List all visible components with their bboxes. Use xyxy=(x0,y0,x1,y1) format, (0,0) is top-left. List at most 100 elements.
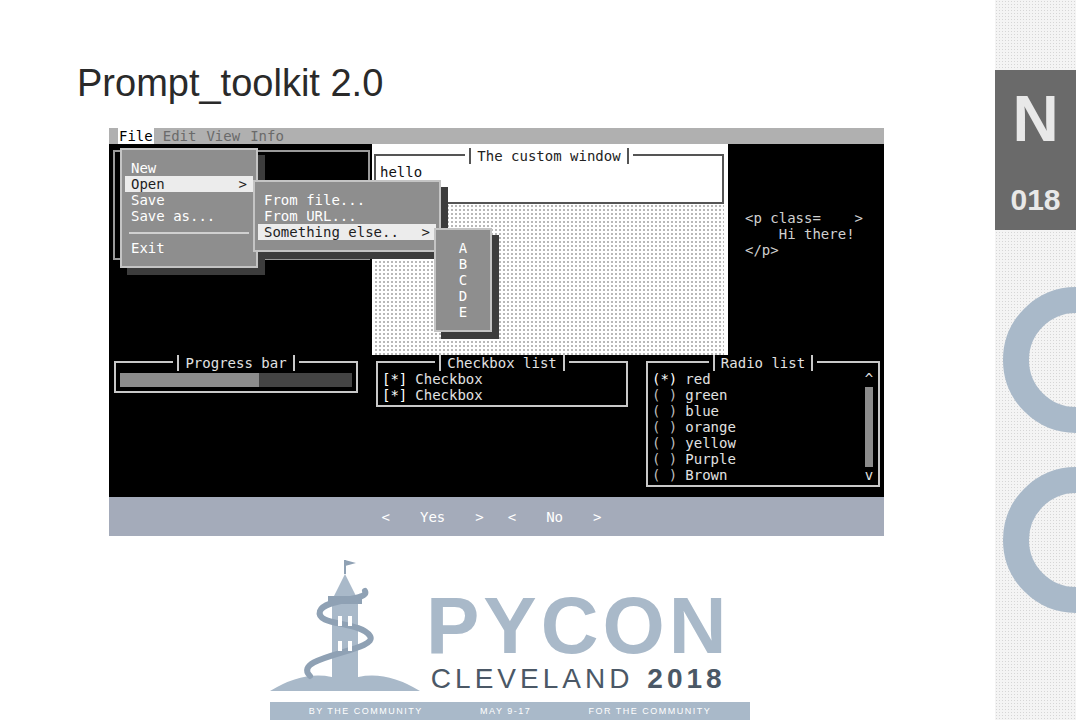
frame-title: Radio list xyxy=(713,355,813,371)
frame-border xyxy=(374,154,465,164)
rings-icon xyxy=(995,280,1076,680)
menu-item[interactable]: Exit xyxy=(125,240,253,256)
menu-item[interactable]: Something else..> xyxy=(258,224,436,240)
checkbox-mark[interactable]: [*] xyxy=(382,371,407,387)
menu-bar-item[interactable]: File xyxy=(118,128,154,144)
radio-label: Brown xyxy=(685,467,727,483)
frame-border xyxy=(817,361,880,371)
scroll-down[interactable]: v xyxy=(865,467,873,483)
frame-title: Progress bar xyxy=(177,355,294,371)
radio-row[interactable]: ( ) orange xyxy=(652,419,864,435)
radio-mark[interactable]: ( ) xyxy=(652,403,677,419)
side-text: 018 xyxy=(1010,183,1060,216)
tagline-text: FOR THE COMMUNITY xyxy=(589,706,712,716)
menu-item[interactable]: B xyxy=(439,256,487,272)
radio-mark[interactable]: ( ) xyxy=(652,467,677,483)
checkbox-row[interactable]: [*] Checkbox xyxy=(382,371,622,387)
logo-year: 2018 xyxy=(647,662,725,696)
menu-item[interactable]: Save xyxy=(125,192,253,208)
menu-item[interactable]: From file... xyxy=(258,192,436,208)
html-line: </p> xyxy=(745,242,884,258)
slide-title: Prompt_toolkit 2.0 xyxy=(0,0,995,106)
dialog-button[interactable]: <No> xyxy=(508,509,602,525)
frame-border xyxy=(646,361,709,371)
radio-row[interactable]: ( ) Purple xyxy=(652,451,864,467)
file-menu: NewOpen>SaveSave as... Exit xyxy=(120,148,258,268)
menu-item[interactable]: New xyxy=(125,160,253,176)
radio-row[interactable]: ( ) green xyxy=(652,387,864,403)
side-block: N 018 xyxy=(995,70,1076,230)
button-bar: <Yes> <No> xyxy=(109,497,884,536)
checkbox-label: Checkbox xyxy=(415,371,482,387)
frame-top: Radio list xyxy=(646,355,880,371)
checkbox-row[interactable]: [*] Checkbox xyxy=(382,387,622,403)
slide: Prompt_toolkit 2.0 File Edit View Info The cu… xyxy=(0,0,1076,720)
menu-item[interactable]: Open> xyxy=(125,176,253,192)
radio-mark[interactable]: ( ) xyxy=(652,387,677,403)
radio-mark[interactable]: ( ) xyxy=(652,451,677,467)
html-output: <p class= > Hi there!</p> xyxy=(728,144,884,355)
menu-bar: File Edit View Info xyxy=(109,128,884,144)
radio-label: yellow xyxy=(685,435,736,451)
radio-row[interactable]: (*) red xyxy=(652,371,864,387)
slide-main: Prompt_toolkit 2.0 File Edit View Info The cu… xyxy=(0,0,995,720)
menu-item[interactable]: C xyxy=(439,272,487,288)
letters-submenu: ABCDE xyxy=(434,228,492,332)
dialog-button[interactable]: <Yes> xyxy=(382,509,484,525)
radio-row[interactable]: ( ) Brown xyxy=(652,467,864,483)
menu-item[interactable]: E xyxy=(439,304,487,320)
radio-mark[interactable]: ( ) xyxy=(652,435,677,451)
menu-bar-item[interactable]: Info xyxy=(249,128,285,144)
frame-body: [*] Checkbox [*] Checkbox xyxy=(376,371,628,407)
checkbox-mark[interactable]: [*] xyxy=(382,387,407,403)
pycon-logo: PYCONCLEVELAND2018 BY THE COMMUNITY MAY 9-… xyxy=(270,556,750,720)
logo-city: CLEVELAND2018 xyxy=(431,662,726,696)
frame-body xyxy=(114,371,358,393)
tagline-text: MAY 9-17 xyxy=(480,706,531,716)
progress-track xyxy=(120,373,352,387)
frame-body: (*)red( )green( )blue( )orange( )yellow(… xyxy=(646,371,880,487)
checkbox-label: Checkbox xyxy=(415,387,482,403)
menu-bar-item[interactable]: Edit xyxy=(162,128,198,144)
radio-label: Purple xyxy=(685,451,736,467)
progress-fill xyxy=(120,373,259,387)
logo-name: PYCON xyxy=(426,590,731,662)
frame-border xyxy=(569,361,628,371)
scrollbar[interactable]: ^v xyxy=(864,371,874,483)
checkbox-list: [*] Checkbox [*] Checkbox xyxy=(382,371,622,403)
radio-row[interactable]: ( ) yellow xyxy=(652,435,864,451)
frame-title: Checkbox list xyxy=(439,355,565,371)
frame-top: Checkbox list xyxy=(376,355,628,371)
progress-frame: Progress bar xyxy=(114,355,358,393)
radio-label: orange xyxy=(685,419,736,435)
menu-item[interactable]: D xyxy=(439,288,487,304)
logo-top: PYCONCLEVELAND2018 xyxy=(270,556,750,696)
menu-item[interactable]: A xyxy=(439,240,487,256)
frame-border xyxy=(114,361,173,371)
radio-list: (*)red( )green( )blue( )orange( )yellow(… xyxy=(652,371,864,483)
frame-border xyxy=(633,154,724,164)
radio-frame: Radio list(*)red( )green( )blue( )orange… xyxy=(646,355,880,487)
side-text: N xyxy=(1012,84,1058,154)
radio-mark[interactable]: (*) xyxy=(652,371,677,387)
scroll-thumb[interactable] xyxy=(865,387,873,467)
menu-item[interactable]: Save as... xyxy=(125,208,253,224)
open-submenu: From file...From URL...Something else..> xyxy=(253,180,441,252)
scroll-up[interactable]: ^ xyxy=(865,371,873,387)
frame-border xyxy=(376,361,435,371)
menu-item[interactable]: From URL... xyxy=(258,208,436,224)
bottom-row: Progress bar Checkbox list [*] Checkbox [*] C… xyxy=(109,355,884,497)
radio-label: red xyxy=(685,371,710,387)
menu-bar-item[interactable]: View xyxy=(205,128,241,144)
radio-row[interactable]: ( )blue xyxy=(652,403,864,419)
cleveland-tower-icon xyxy=(270,556,420,696)
html-line: <p class= > xyxy=(745,210,884,226)
tagline-text: BY THE COMMUNITY xyxy=(309,706,423,716)
html-line: Hi there! xyxy=(745,226,884,242)
logo-tagline: BY THE COMMUNITY MAY 9-17 FOR THE COMMUNIT… xyxy=(270,702,750,720)
radio-mark[interactable]: ( ) xyxy=(652,419,677,435)
frame-top: Progress bar xyxy=(114,355,358,371)
radio-label: green xyxy=(685,387,727,403)
frame-top: The custom window xyxy=(374,148,724,164)
menu-separator xyxy=(129,224,249,234)
